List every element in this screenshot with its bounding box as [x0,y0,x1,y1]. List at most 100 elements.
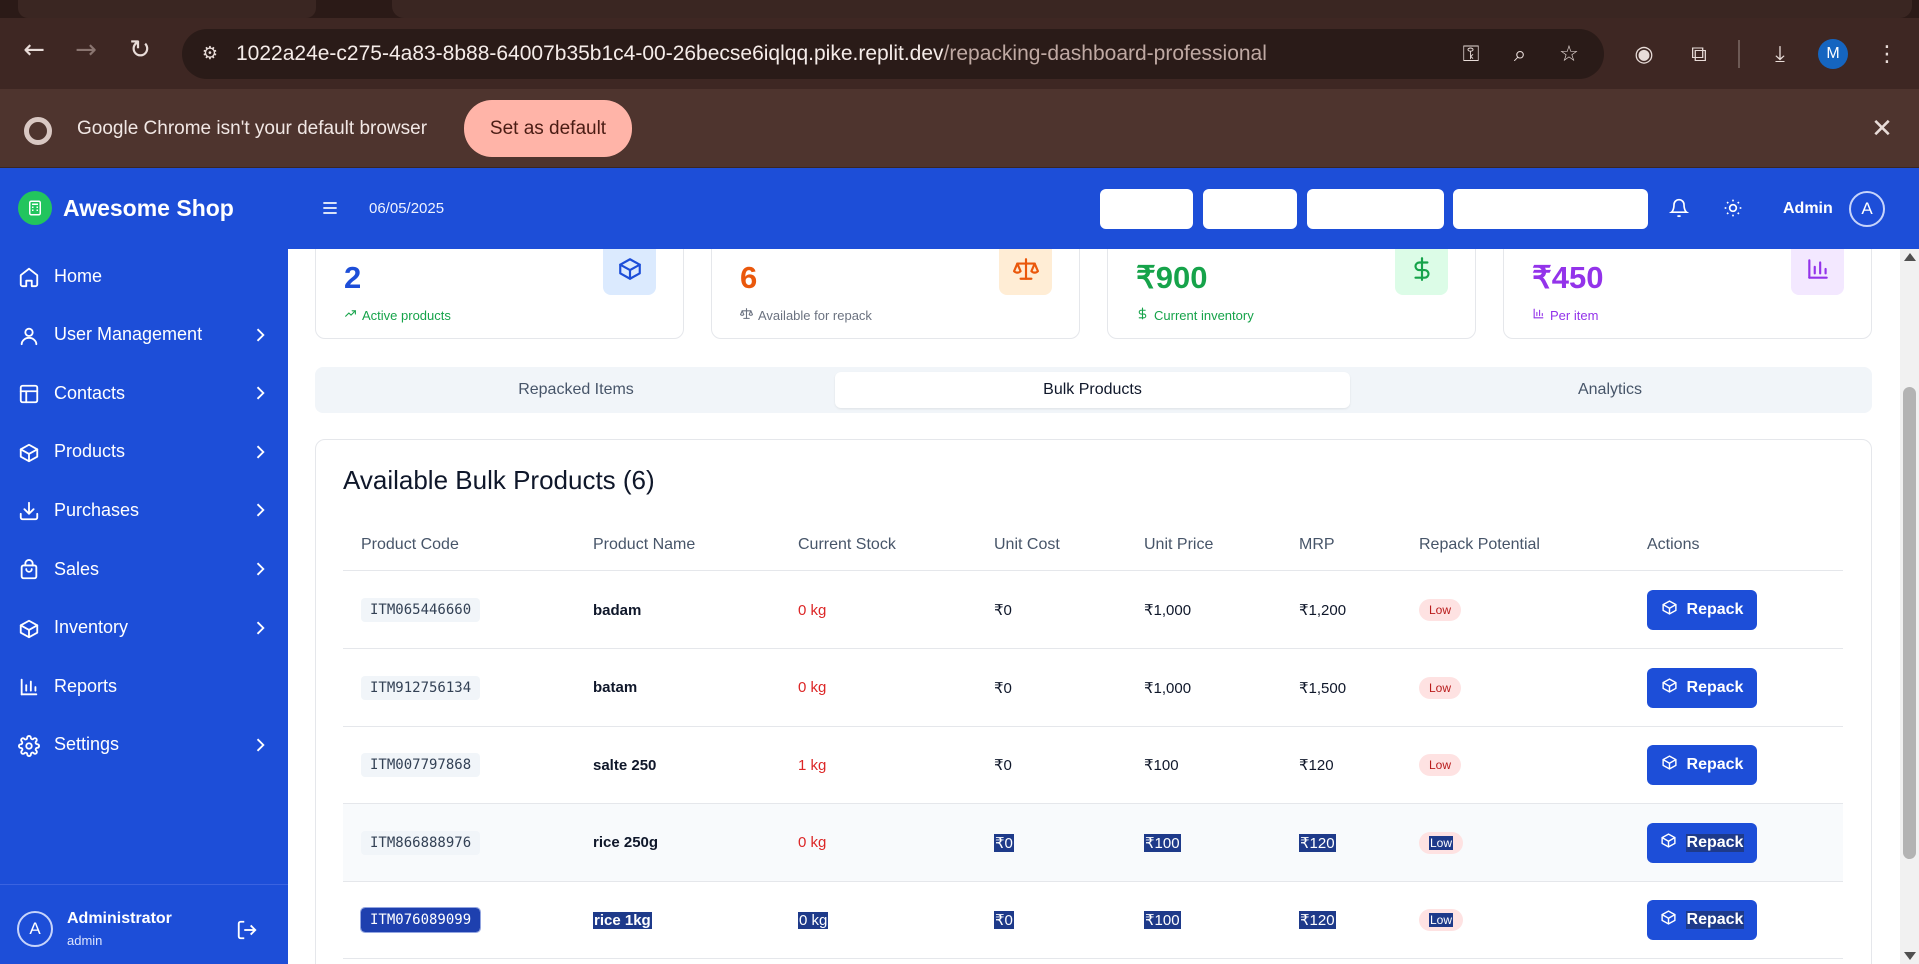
zoom-icon[interactable]: ⌕ [1506,41,1534,69]
tab-repacked-items[interactable]: Repacked Items [320,372,832,408]
repack-potential-text: Low [1429,680,1452,695]
logout-icon[interactable] [236,919,258,941]
tab-analytics[interactable]: Analytics [1353,372,1867,408]
hamburger-menu-icon[interactable] [320,198,340,218]
header-action-button-3[interactable] [1307,189,1444,229]
repack-button[interactable]: Repack [1647,900,1757,940]
user-avatar[interactable]: A [17,911,53,947]
sidebar-item-purchases[interactable]: Purchases [0,486,288,534]
column-header: MRP [1299,536,1335,553]
bell-icon[interactable] [1668,198,1691,220]
unit-cost: ₹0 [994,911,1014,929]
user-role: admin [67,933,103,948]
theme-sun-icon[interactable] [1723,198,1745,220]
column-header: Unit Cost [994,536,1060,553]
current-stock: 0 kg [798,911,829,929]
default-browser-infobar: Google Chrome isn't your default browser… [0,89,1919,168]
set-as-default-button[interactable]: Set as default [464,100,632,157]
stat-subtitle-text: Per item [1550,307,1599,323]
sidebar-item-label: Products [54,441,126,462]
stat-subtitle: Current inventory [1136,307,1254,323]
reload-icon[interactable]: ↻ [126,36,154,64]
repack-button[interactable]: Repack [1647,822,1757,863]
sidebar-item-products[interactable]: Products [0,428,288,476]
sidebar-item-contacts[interactable]: Contacts [0,369,288,417]
stat-value: 2 [344,260,362,295]
stat-value: ₹450 [1532,260,1604,295]
bookmark-star-icon[interactable]: ☆ [1555,41,1583,69]
close-infobar-icon[interactable]: ✕ [1868,115,1896,143]
bar-chart-icon [1791,249,1844,295]
site-settings-icon[interactable]: ⚙ [198,42,222,66]
sidebar-item-inventory[interactable]: Inventory [0,604,288,652]
url-text[interactable]: 1022a24e-c275-4a83-8b88-64007b35b1c4-00-… [236,29,1267,79]
product-code: ITM065446660 [361,598,481,622]
product-name: batam [593,679,638,696]
sidebar-item-label: Purchases [54,499,140,520]
repack-button[interactable]: Repack [1647,667,1757,708]
product-code: ITM866888976 [361,830,481,855]
panel-title: Available Bulk Products (6) [343,465,655,495]
bar-chart-icon [18,676,40,698]
cookie-extension-icon[interactable]: ◉ [1630,41,1658,69]
profile-avatar[interactable]: M [1818,39,1848,69]
mrp: ₹120 [1299,757,1334,774]
sidebar-item-user-management[interactable]: User Management [0,311,288,359]
address-bar[interactable]: ⚙ 1022a24e-c275-4a83-8b88-64007b35b1c4-0… [182,29,1604,79]
sidebar-item-settings[interactable]: Settings [0,721,288,769]
unit-price: ₹1,000 [1144,602,1192,619]
column-header: Actions [1647,536,1700,553]
unit-cost: ₹0 [994,757,1012,774]
extensions-puzzle-icon[interactable]: ⧉ [1685,41,1713,69]
chrome-logo-icon [24,117,52,145]
bar-chart-icon [1532,307,1545,323]
repack-button-label: Repack [1686,601,1744,618]
scrollbar-thumb[interactable] [1903,387,1916,859]
shop-logo-icon [18,191,52,225]
scroll-down-icon[interactable] [1904,952,1916,960]
repack-button[interactable]: Repack [1647,590,1757,630]
stat-subtitle-text: Active products [362,307,451,323]
page-scrollbar[interactable] [1900,249,1919,964]
scale-icon [999,249,1052,295]
stat-card: 6 Available for repack [711,249,1080,339]
chevron-right-icon [250,559,270,579]
bulk-products-panel: Available Bulk Products (6) Product Code… [315,439,1872,964]
repack-button[interactable]: Repack [1647,745,1757,785]
tab-bulk-products[interactable]: Bulk Products [835,372,1350,408]
header-action-button-4[interactable] [1453,189,1648,229]
sidebar-item-home[interactable]: Home [0,252,288,300]
product-code: ITM912756134 [361,675,481,700]
forward-icon[interactable]: → [72,36,100,64]
stat-card: 2 Active products [315,249,684,339]
dollar-icon [1395,249,1448,295]
browser-menu-icon[interactable]: ⋮ [1873,41,1901,69]
box-icon [18,618,40,640]
downloads-icon[interactable]: ⤓ [1766,41,1794,69]
browser-tab-inactive[interactable] [392,0,1912,18]
product-code: ITM007797868 [361,753,481,777]
product-name: badam [593,601,642,619]
stat-value: 6 [740,260,758,295]
column-header: Product Code [361,536,459,553]
box-icon [1661,677,1678,699]
brand[interactable]: Awesome Shop [18,190,234,226]
sidebar-item-sales[interactable]: Sales [0,545,288,593]
dollar-icon [1136,307,1149,323]
header-avatar[interactable]: A [1849,191,1885,227]
mrp: ₹120 [1299,833,1336,852]
header-action-button-1[interactable] [1100,189,1193,229]
browser-tab-active[interactable] [18,0,316,18]
stat-subtitle: Active products [344,307,451,323]
user-icon [18,325,40,347]
back-icon[interactable]: ← [20,36,48,64]
scroll-up-icon[interactable] [1904,253,1916,261]
password-key-icon[interactable]: ⚿ [1457,41,1485,69]
product-name: rice 250g [593,834,659,851]
app-header: 06/05/2025 Admin A [288,168,1919,249]
sidebar-item-reports[interactable]: Reports [0,662,288,710]
stat-value: ₹900 [1136,260,1208,295]
header-action-button-2[interactable] [1203,189,1297,229]
stat-subtitle-text: Current inventory [1154,307,1254,323]
header-user-label[interactable]: Admin [1783,168,1833,249]
